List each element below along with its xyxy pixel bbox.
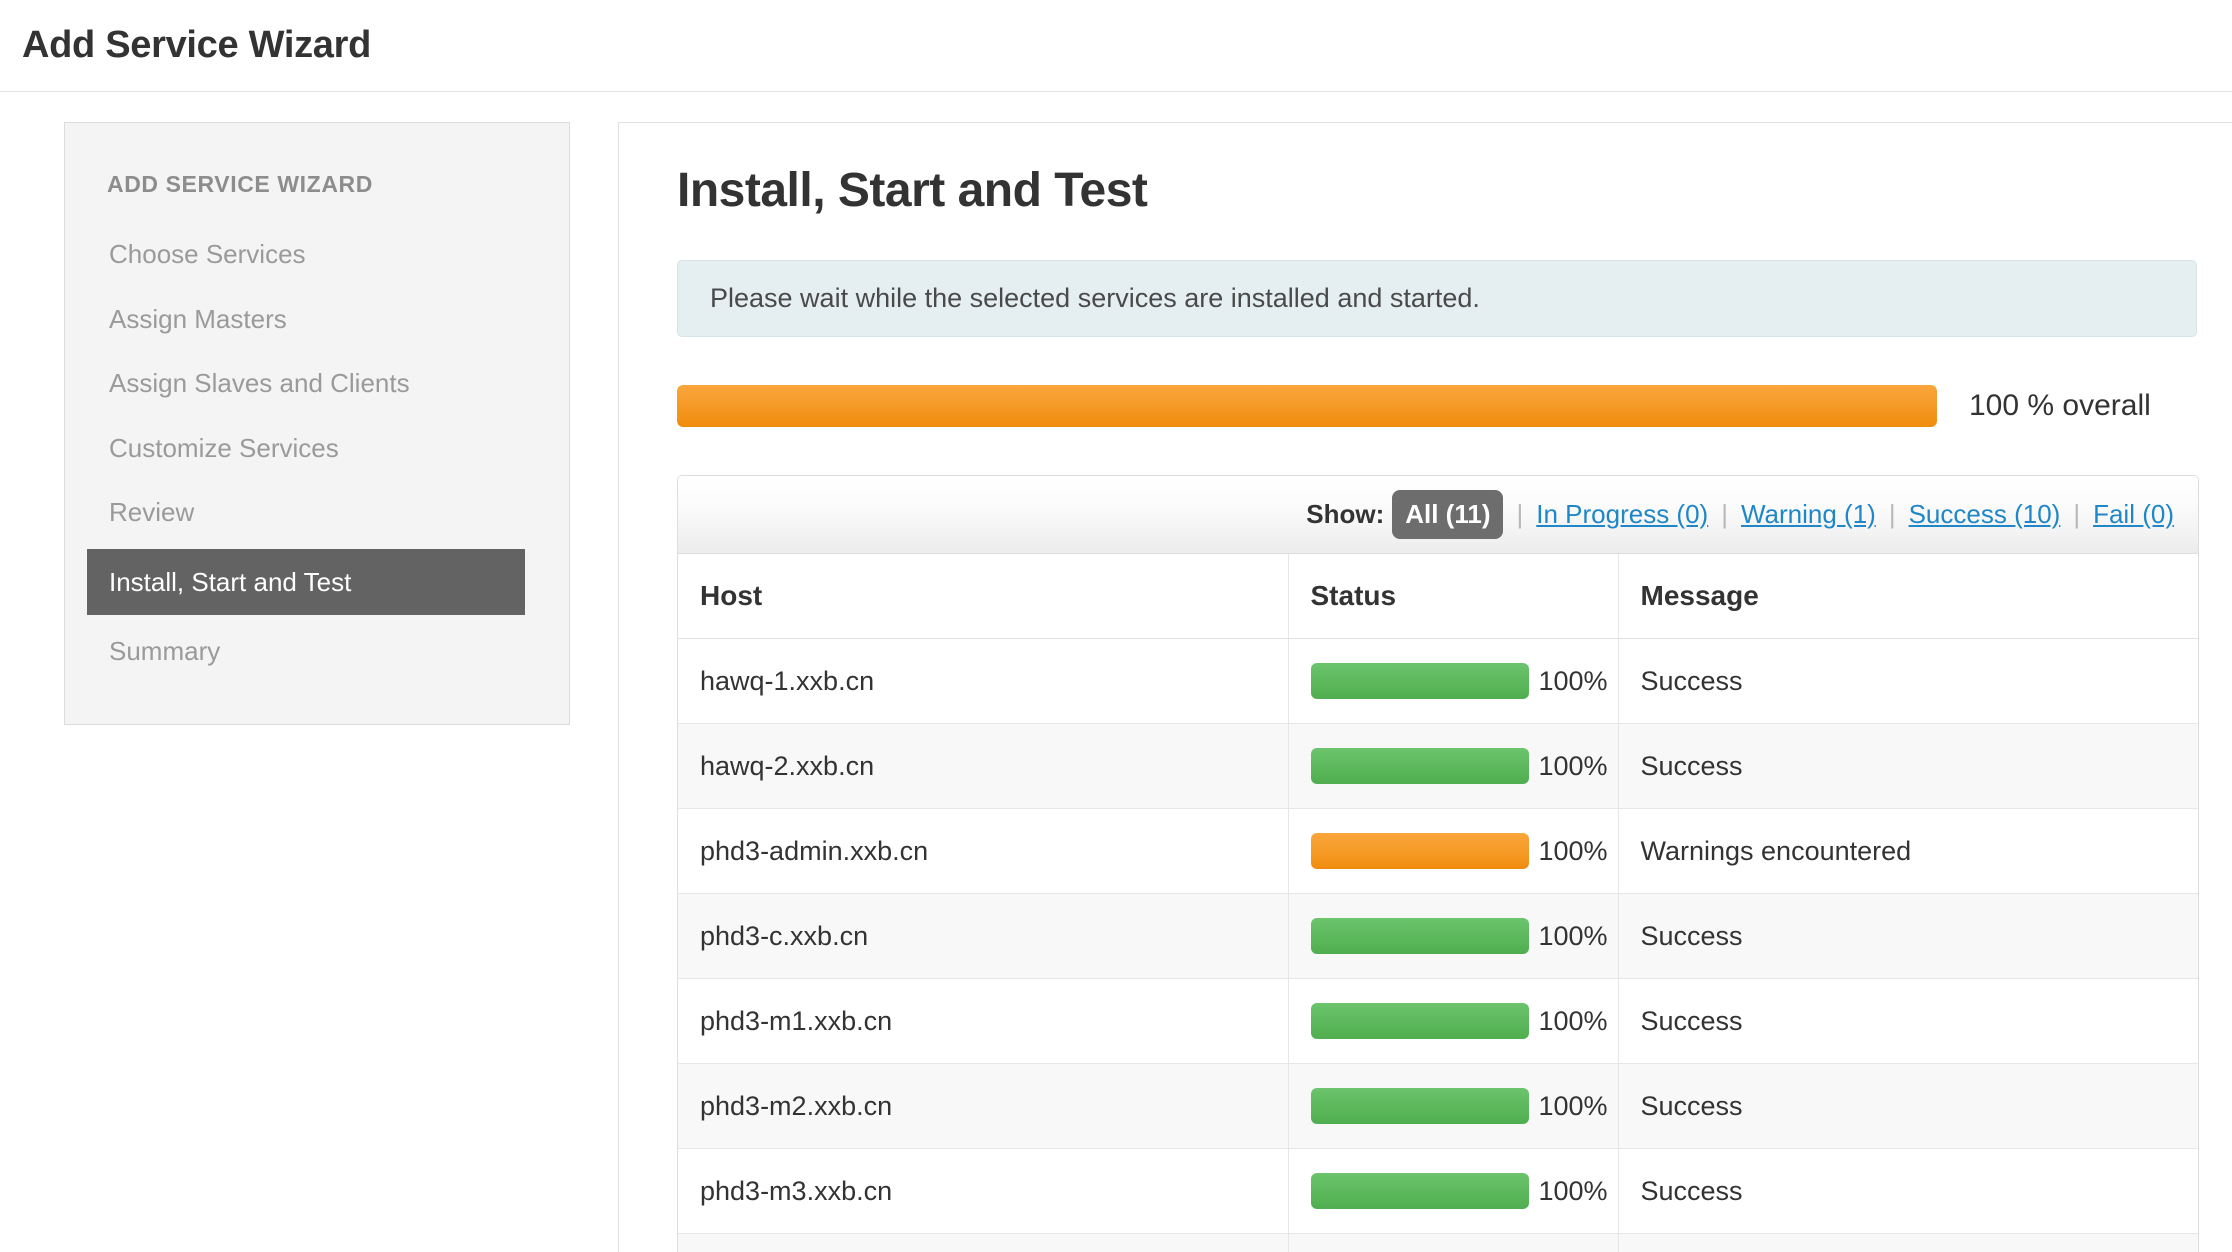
cell-message: Success — [1618, 1148, 2198, 1234]
cell-host: phd3-m2.xxb.cn — [678, 1063, 1289, 1149]
row-progress-percent: 100% — [1538, 750, 1608, 781]
main-content-panel: Install, Start and Test Please wait whil… — [618, 122, 2232, 1252]
page-title: Install, Start and Test — [677, 164, 1148, 217]
cell-message: Success — [1618, 723, 2198, 809]
sidebar-item-choose-services[interactable]: Choose Services — [65, 222, 569, 287]
status-progress-group: 100% — [1310, 748, 1618, 784]
filter-separator-2: | — [1721, 499, 1728, 529]
row-progress-percent: 100% — [1538, 1090, 1608, 1121]
page-heading: Add Service Wizard — [22, 24, 372, 66]
overall-progress-label: 100 % overall — [1969, 389, 2151, 422]
row-progress-percent: 100% — [1538, 1175, 1608, 1206]
cell-message: Success — [1618, 893, 2198, 979]
row-progress-percent: 100% — [1538, 835, 1608, 866]
overall-progress-track — [677, 385, 1937, 427]
body-wrapper: ADD SERVICE WIZARD Choose Services Assig… — [0, 92, 2232, 1252]
cell-status: 100% — [1288, 808, 1619, 894]
status-progress-group: 100% — [1310, 1003, 1618, 1039]
table-row[interactable]: phd3-m2.xxb.cn 100% Success — [678, 1063, 2198, 1149]
row-progress-bar — [1310, 1173, 1529, 1209]
cell-message: Success — [1618, 1233, 2198, 1252]
app-header: Add Service Wizard — [0, 0, 2232, 92]
cell-host: phd3-m1.xxb.cn — [678, 978, 1289, 1064]
row-progress-percent: 100% — [1538, 1005, 1608, 1036]
table-header: Host Status Message — [678, 554, 2198, 639]
cell-status: 100% — [1288, 978, 1619, 1064]
sidebar-item-summary[interactable]: Summary — [65, 619, 569, 684]
row-progress-percent: 100% — [1538, 665, 1608, 696]
filter-option-in-progress[interactable]: In Progress (0) — [1536, 499, 1708, 530]
row-progress-bar — [1310, 918, 1529, 954]
row-progress-bar — [1310, 1088, 1529, 1124]
column-header-status: Status — [1288, 554, 1619, 639]
info-alert: Please wait while the selected services … — [677, 260, 2197, 337]
cell-status: 100% — [1288, 723, 1619, 809]
row-progress-percent: 100% — [1538, 920, 1608, 951]
status-progress-group: 100% — [1310, 1173, 1618, 1209]
cell-host: phd3-c.xxb.cn — [678, 893, 1289, 979]
column-header-message: Message — [1618, 554, 2198, 639]
filter-option-all[interactable]: All (11) — [1392, 490, 1504, 539]
row-progress-bar — [1310, 1003, 1529, 1039]
overall-progress-fill — [677, 385, 1937, 427]
table-row[interactable]: hawq-2.xxb.cn 100% Success — [678, 723, 2198, 809]
cell-host: phd3-admin.xxb.cn — [678, 808, 1289, 894]
cell-message: Warnings encountered — [1618, 808, 2198, 894]
status-progress-group: 100% — [1310, 833, 1618, 869]
status-progress-group: 100% — [1310, 1088, 1618, 1124]
filter-separator-3: | — [1888, 499, 1896, 529]
sidebar-item-install-start-and-test[interactable]: Install, Start and Test — [87, 548, 525, 615]
sidebar-item-assign-masters[interactable]: Assign Masters — [65, 287, 569, 352]
table-row[interactable]: phd3-admin.xxb.cn 100% Warnings encountere… — [678, 808, 2198, 894]
table-row[interactable]: phd3-s1.xxb.cn100%Success — [678, 1233, 2198, 1252]
filter-option-warning[interactable]: Warning (1) — [1741, 499, 1876, 530]
status-progress-group: 100% — [1310, 663, 1618, 699]
table-header-row: Host Status Message — [678, 554, 2198, 639]
cell-host: phd3-m3.xxb.cn — [678, 1148, 1289, 1234]
table-row[interactable]: phd3-m3.xxb.cn 100% Success — [678, 1148, 2198, 1234]
cell-message: Success — [1618, 978, 2198, 1064]
table-row[interactable]: hawq-1.xxb.cn 100% Success — [678, 638, 2198, 724]
table-body: hawq-1.xxb.cn 100% Success hawq-2.xxb.cn 100… — [678, 638, 2198, 1252]
wizard-step-list: Choose Services Assign Masters Assign Sl… — [65, 222, 569, 684]
host-status-table: Host Status Message hawq-1.xxb.cn 100% Suc… — [678, 554, 2198, 1252]
filter-separator-1: | — [1516, 499, 1524, 529]
table-row[interactable]: phd3-m1.xxb.cn 100% Success — [678, 978, 2198, 1064]
table-row[interactable]: phd3-c.xxb.cn 100% Success — [678, 893, 2198, 979]
sidebar-item-assign-slaves-and-clients[interactable]: Assign Slaves and Clients — [65, 351, 569, 416]
filter-option-fail[interactable]: Fail (0) — [2093, 499, 2174, 530]
cell-status: 100% — [1288, 638, 1619, 724]
sidebar-item-customize-services[interactable]: Customize Services — [65, 416, 569, 481]
sidebar-heading: ADD SERVICE WIZARD — [107, 171, 373, 197]
cell-message: Success — [1618, 638, 2198, 724]
cell-host: phd3-s1.xxb.cn — [678, 1233, 1289, 1252]
sidebar-item-review[interactable]: Review — [65, 480, 569, 545]
row-progress-bar — [1310, 748, 1529, 784]
filter-option-success[interactable]: Success (10) — [1909, 499, 2061, 530]
info-alert-text: Please wait while the selected services … — [710, 283, 1480, 313]
cell-status: 100% — [1288, 1148, 1619, 1234]
status-progress-group: 100% — [1310, 918, 1618, 954]
cell-status: 100% — [1288, 1233, 1619, 1252]
row-progress-bar — [1310, 833, 1529, 869]
host-status-panel: Show: All (11) | In Progress (0) | Warni… — [677, 475, 2199, 1252]
filter-show-label: Show: — [1306, 499, 1385, 529]
wizard-sidebar: ADD SERVICE WIZARD Choose Services Assig… — [64, 122, 570, 725]
cell-host: hawq-1.xxb.cn — [678, 638, 1289, 724]
column-header-host: Host — [678, 554, 1289, 639]
row-progress-bar — [1310, 663, 1529, 699]
filter-separator-4: | — [2073, 499, 2081, 529]
cell-message: Success — [1618, 1063, 2198, 1149]
overall-progress-row: 100 % overall — [677, 385, 2232, 427]
status-filter-bar: Show: All (11) | In Progress (0) | Warni… — [678, 476, 2198, 554]
cell-status: 100% — [1288, 893, 1619, 979]
cell-host: hawq-2.xxb.cn — [678, 723, 1289, 809]
cell-status: 100% — [1288, 1063, 1619, 1149]
